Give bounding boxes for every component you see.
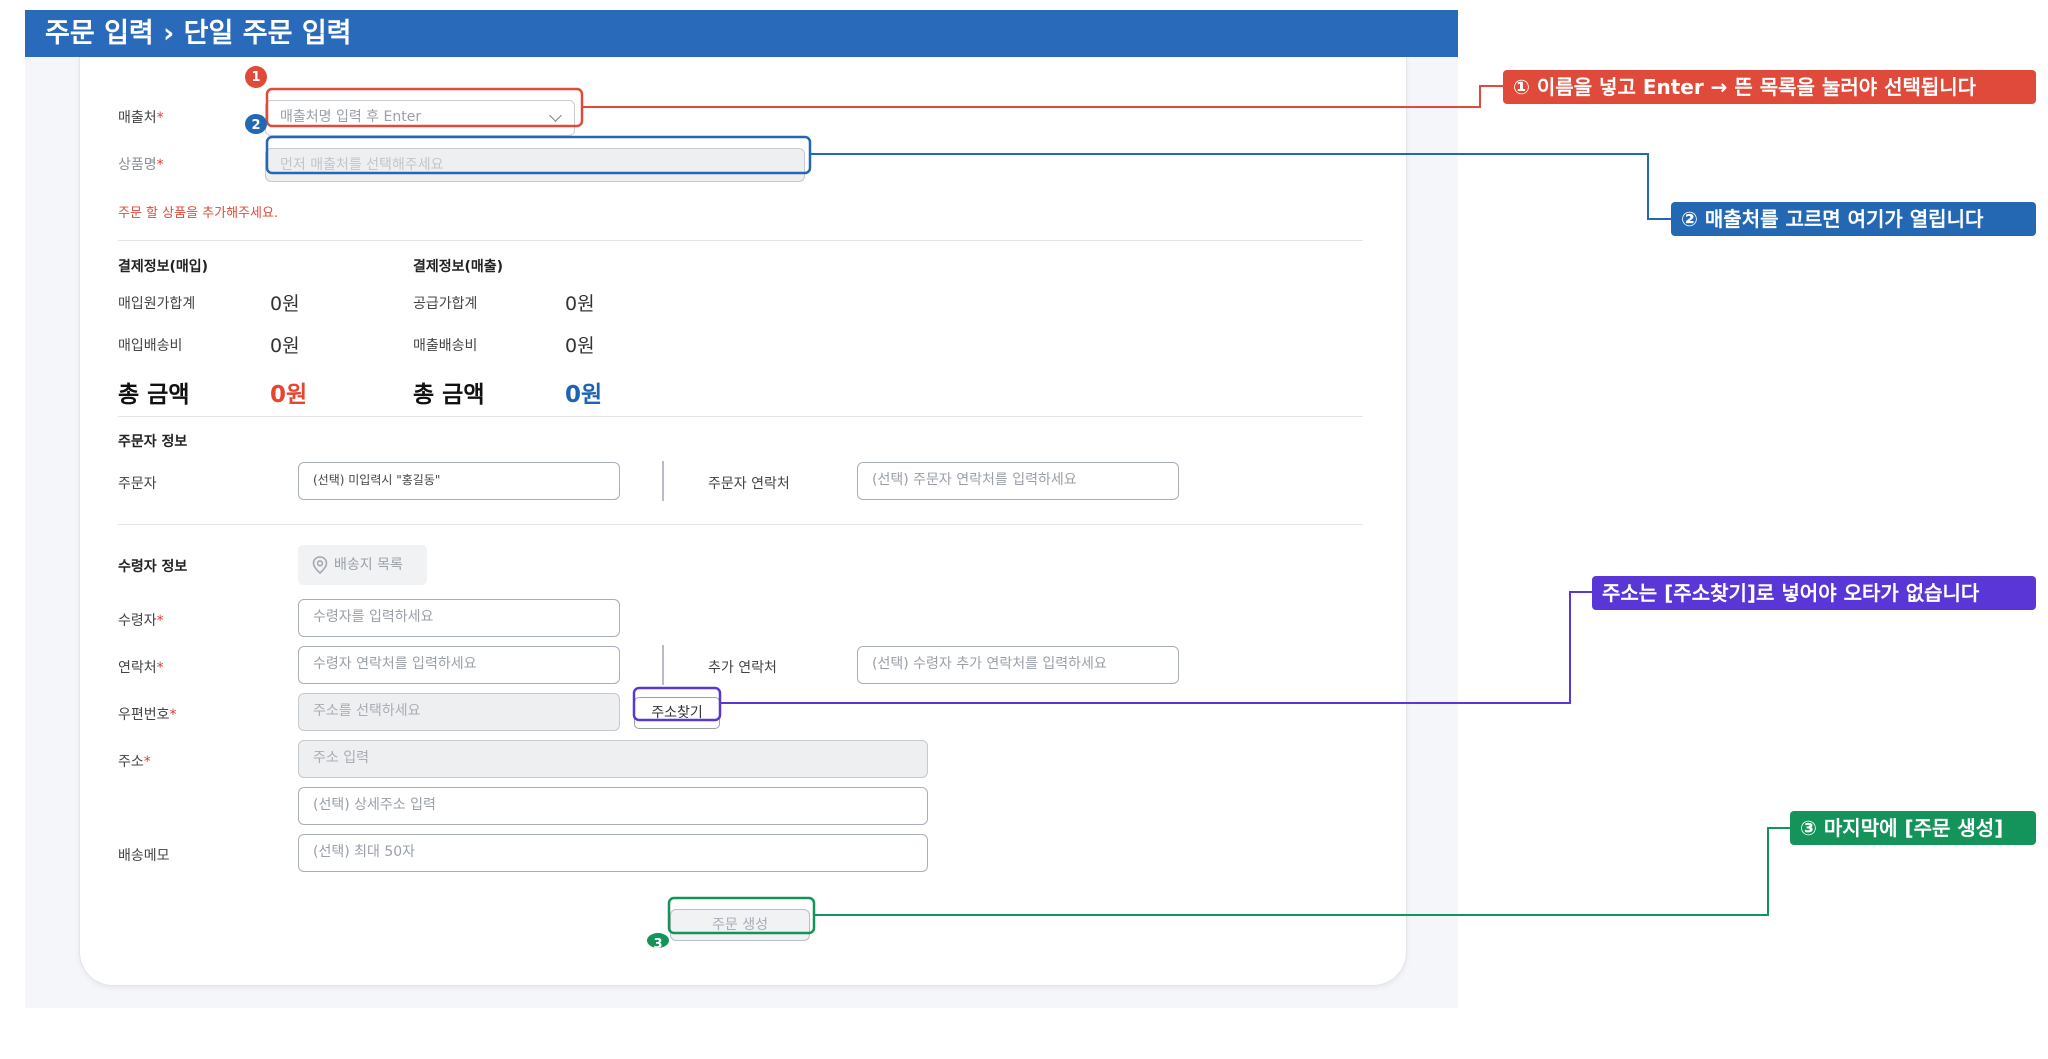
highlight-store <box>265 87 584 128</box>
callout-product-tip: ② 매출처를 고르면 여기가 열립니다 <box>1671 202 2036 236</box>
callout-submit-tip: ③ 마지막에 [주문 생성] <box>1790 811 2036 845</box>
step-badge-2: 2 <box>245 114 267 134</box>
connector-2 <box>810 153 1671 220</box>
step-badge-1: 1 <box>245 66 267 88</box>
callout-address-tip: 주소는 [주소찾기]로 넣어야 오타가 없습니다 <box>1592 576 2036 610</box>
callout-store-tip: ① 이름을 넣고 Enter → 뜬 목록을 눌러야 선택됩니다 <box>1503 70 2036 104</box>
annotation-overlay <box>265 85 1790 935</box>
highlight-find-address <box>632 686 722 722</box>
highlight-product <box>265 135 812 175</box>
step-badge-3: 3 <box>647 933 669 948</box>
connector-3 <box>814 827 1790 916</box>
connector-1 <box>582 85 1503 108</box>
connector-address <box>720 591 1592 704</box>
highlight-create-order <box>667 896 816 935</box>
